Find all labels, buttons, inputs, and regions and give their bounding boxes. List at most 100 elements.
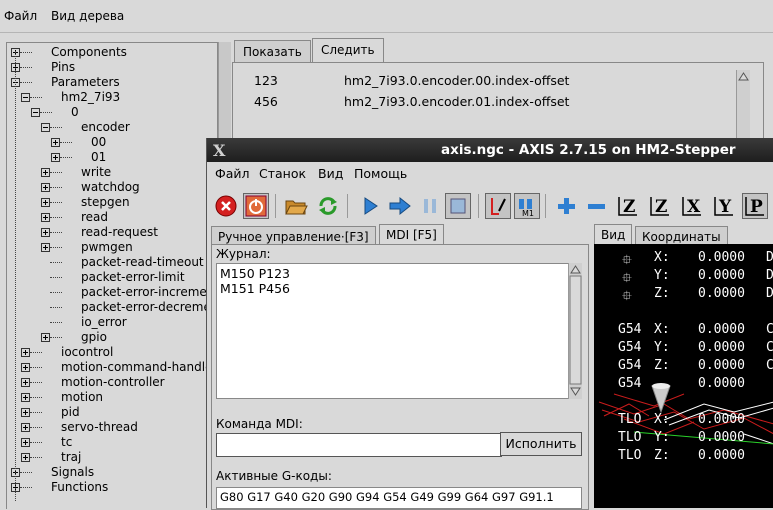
view-p-icon[interactable]: P [742, 193, 768, 219]
tree-item[interactable]: packet-read-timeout [81, 255, 204, 270]
tool-cone-icon [651, 383, 671, 414]
block-delete-icon[interactable] [485, 193, 511, 219]
expand-icon[interactable] [21, 453, 30, 462]
tree-item[interactable]: watchdog [81, 180, 140, 195]
tree-item[interactable]: Pins [51, 60, 75, 75]
dro-axis: Z: [654, 286, 670, 301]
expand-icon[interactable] [21, 438, 30, 447]
expand-icon[interactable] [41, 228, 50, 237]
view-y-icon[interactable]: Y [711, 193, 737, 219]
tree-item[interactable]: motion-controller [61, 375, 165, 390]
expand-icon[interactable] [41, 198, 50, 207]
axis-menu-file[interactable]: Файл [215, 166, 250, 181]
expand-icon[interactable] [51, 153, 60, 162]
dro-value: 0.0000 [698, 448, 745, 463]
journal-log[interactable]: M150 P123 M151 P456 [216, 263, 574, 399]
journal-scrollbar[interactable] [568, 263, 582, 399]
tree-item[interactable]: gpio [81, 330, 107, 345]
view-x-icon[interactable]: X [679, 193, 705, 219]
tree-item[interactable]: Signals [51, 465, 94, 480]
estop-icon[interactable] [213, 193, 239, 219]
collapse-icon[interactable] [41, 123, 50, 132]
view-z-icon[interactable]: Z [615, 193, 641, 219]
tree-connector [30, 442, 42, 443]
axis-menu-view[interactable]: Вид [318, 166, 343, 181]
axis-menu-bar: Файл Станок Вид Помощь [207, 162, 773, 186]
power-icon[interactable] [243, 193, 269, 219]
view-x-letter: X [687, 197, 701, 217]
tree-item[interactable]: pwmgen [81, 240, 133, 255]
tree-connector [20, 472, 32, 473]
expand-icon[interactable] [41, 243, 50, 252]
tree-connector [50, 322, 62, 323]
tree-item[interactable]: hm2_7i93 [61, 90, 120, 105]
pause-icon[interactable] [417, 193, 443, 219]
axis-menu-help[interactable]: Помощь [354, 166, 407, 181]
expand-icon[interactable] [21, 348, 30, 357]
tree-item[interactable]: tc [61, 435, 72, 450]
tree-item[interactable]: Components [51, 45, 127, 60]
tree-item[interactable]: read-request [81, 225, 158, 240]
tree-item[interactable]: Functions [51, 480, 108, 495]
expand-icon[interactable] [41, 333, 50, 342]
expand-icon[interactable] [21, 363, 30, 372]
tree-item[interactable]: motion [61, 390, 103, 405]
run-mdi-button[interactable]: Исполнить [500, 432, 582, 456]
tree-item[interactable]: encoder [81, 120, 130, 135]
preview-canvas[interactable]: ⯐ X: 0.0000 D ⯐ Y: 0.0000 D ⯐ Z: 0.0000 D G54 X: 0.000… [594, 244, 773, 508]
expand-icon[interactable] [21, 378, 30, 387]
tab-watch[interactable]: Следить [312, 38, 384, 63]
tree-connector [50, 262, 62, 263]
open-icon[interactable] [283, 193, 309, 219]
expand-icon[interactable] [41, 213, 50, 222]
tree-item[interactable]: pid [61, 405, 80, 420]
expand-icon[interactable] [41, 183, 50, 192]
mdi-command-input[interactable] [216, 433, 502, 457]
axis-window: X axis.ngc - AXIS 2.7.15 on HM2-Stepper … [206, 138, 773, 510]
tree-item[interactable]: 00 [91, 135, 106, 150]
collapse-icon[interactable] [31, 108, 40, 117]
tree-item[interactable]: packet-error-decrement [81, 300, 217, 315]
expand-icon[interactable] [51, 138, 60, 147]
tree-item[interactable]: 0 [71, 105, 79, 120]
dro-value: 0.0000 [698, 340, 745, 355]
view-z2-icon[interactable]: Z [647, 193, 673, 219]
tab-show[interactable]: Показать [234, 40, 311, 63]
tree-connector [40, 112, 52, 113]
tree-item[interactable]: 01 [91, 150, 106, 165]
optional-stop-icon[interactable]: M1 [514, 193, 540, 219]
expand-icon[interactable] [21, 408, 30, 417]
zoom-out-icon[interactable] [583, 193, 609, 219]
tree-item[interactable]: read [81, 210, 108, 225]
tree-connector [20, 487, 32, 488]
expand-icon[interactable] [21, 393, 30, 402]
axis-menu-machine[interactable]: Станок [259, 166, 306, 181]
tree-connector [30, 412, 42, 413]
tree-item[interactable]: io_error [81, 315, 127, 330]
run-icon[interactable] [357, 193, 383, 219]
tree-item[interactable]: traj [61, 450, 81, 465]
watch-scrollbar[interactable] [736, 70, 750, 140]
tree-item[interactable]: iocontrol [61, 345, 113, 360]
toolbar-separator [275, 194, 276, 218]
zoom-in-icon[interactable] [553, 193, 579, 219]
tree-item[interactable]: stepgen [81, 195, 130, 210]
tree-item[interactable]: motion-command-handler [61, 360, 217, 375]
scroll-up-icon[interactable] [737, 70, 750, 82]
step-icon[interactable] [387, 193, 413, 219]
title-bar[interactable]: X axis.ngc - AXIS 2.7.15 on HM2-Stepper [207, 138, 773, 162]
reload-icon[interactable] [315, 193, 341, 219]
tree-item[interactable]: Parameters [51, 75, 120, 90]
stop-icon[interactable] [445, 193, 471, 219]
dro-prefix: G54 [618, 358, 642, 373]
tree-item[interactable]: packet-error-limit [81, 270, 185, 285]
expand-icon[interactable] [21, 423, 30, 432]
collapse-icon[interactable] [21, 93, 30, 102]
expand-icon[interactable] [41, 168, 50, 177]
toolbar: M1 Z Z X Y P [207, 190, 773, 222]
menu-file[interactable]: Файл [4, 9, 37, 23]
tree-item[interactable]: servo-thread [61, 420, 138, 435]
tree-item[interactable]: packet-error-increment [81, 285, 217, 300]
menu-tree-view[interactable]: Вид дерева [51, 9, 124, 23]
tree-item[interactable]: write [81, 165, 111, 180]
